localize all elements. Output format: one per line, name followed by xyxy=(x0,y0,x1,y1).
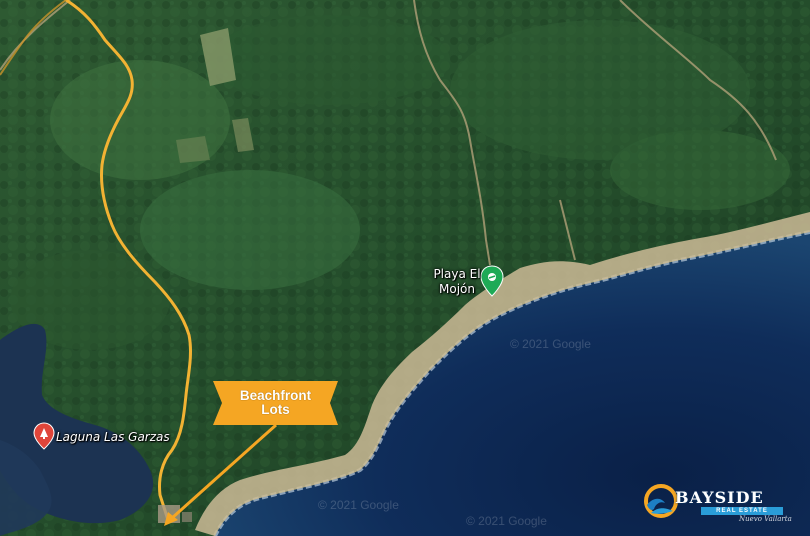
satellite-map[interactable] xyxy=(0,0,810,536)
lagoon-label[interactable]: Laguna Las Garzas xyxy=(56,430,170,445)
beachfront-lots-callout: Beachfront Lots xyxy=(213,381,338,425)
logo-signature: Nuevo Vallarta xyxy=(739,515,792,523)
beach-label[interactable]: Playa El Mojón xyxy=(428,267,486,297)
map-watermark: © 2021 Google xyxy=(510,337,591,351)
callout-line1: Beachfront xyxy=(239,388,312,403)
map-watermark: © 2021 Google xyxy=(466,514,547,528)
logo-tagline: REAL ESTATE xyxy=(701,507,783,515)
map-watermark: © 2021 Google xyxy=(318,498,399,512)
wave-logo-icon xyxy=(644,484,678,518)
logo-brand-text: BAYSIDE xyxy=(675,488,764,507)
beach-label-line1: Playa El xyxy=(433,267,481,281)
callout-line2: Lots xyxy=(261,402,290,417)
beach-label-line2: Mojón xyxy=(439,282,475,296)
bayside-logo: BAYSIDE REAL ESTATE Nuevo Vallarta xyxy=(643,481,793,529)
